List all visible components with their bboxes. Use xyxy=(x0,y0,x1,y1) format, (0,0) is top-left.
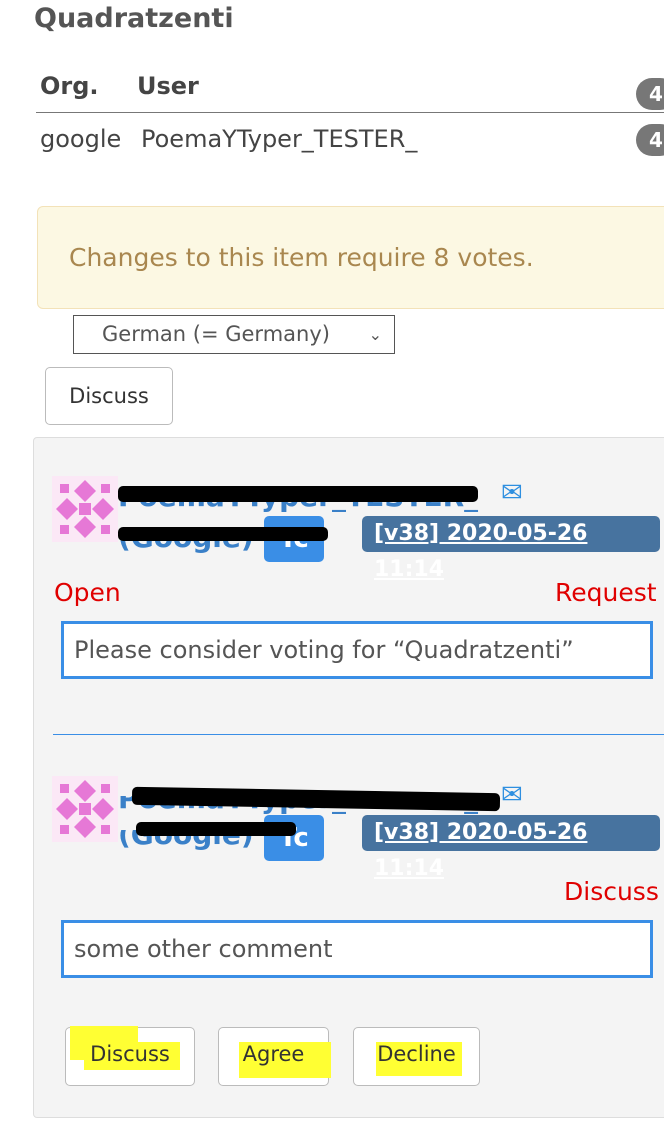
row-count-badge: 4 xyxy=(636,124,664,156)
org-column-header: Org. xyxy=(40,72,99,100)
redaction-mark xyxy=(118,527,328,541)
post-separator xyxy=(53,734,664,735)
post-comment: Please consider voting for “Quadratzenti… xyxy=(61,621,653,679)
table-divider xyxy=(36,112,664,113)
decline-label: Decline xyxy=(377,1042,456,1066)
avatar-identicon xyxy=(52,776,118,842)
discuss-action-label: Discuss xyxy=(90,1042,170,1066)
page-title: Quadratzenti xyxy=(34,3,234,34)
version-date-link[interactable]: [v38] 2020-05-26 11:14 xyxy=(362,516,660,582)
post-comment: some other comment xyxy=(61,920,653,978)
post-status-open: Open xyxy=(54,578,121,607)
envelope-icon[interactable]: ✉ xyxy=(501,780,523,810)
version-date-link[interactable]: [v38] 2020-05-26 11:14 xyxy=(362,815,660,881)
redaction-mark xyxy=(136,822,296,836)
redaction-mark xyxy=(118,486,478,502)
row-org: google xyxy=(40,125,122,153)
discuss-button[interactable]: Discuss xyxy=(45,367,173,425)
post-type-discuss: Discuss xyxy=(564,877,659,906)
decline-button[interactable]: Decline xyxy=(353,1027,480,1086)
envelope-icon[interactable]: ✉ xyxy=(501,478,523,508)
row-user[interactable]: PoemaYTyper_TESTER_ xyxy=(141,125,417,153)
locale-select[interactable]: German (= Germany) ⌄ xyxy=(73,315,395,354)
count-badge: 4 xyxy=(636,78,664,110)
discuss-action-button[interactable]: Discuss xyxy=(65,1026,195,1086)
notice-text: Changes to this item require 8 votes. xyxy=(69,243,534,272)
agree-label: Agree xyxy=(242,1042,305,1066)
agree-button[interactable]: Agree xyxy=(218,1027,331,1086)
chevron-down-icon: ⌄ xyxy=(368,325,382,344)
post-type-request: Request xyxy=(555,578,657,607)
user-column-header: User xyxy=(137,72,199,100)
avatar-identicon xyxy=(52,476,118,542)
locale-select-value: German (= Germany) xyxy=(102,322,330,346)
